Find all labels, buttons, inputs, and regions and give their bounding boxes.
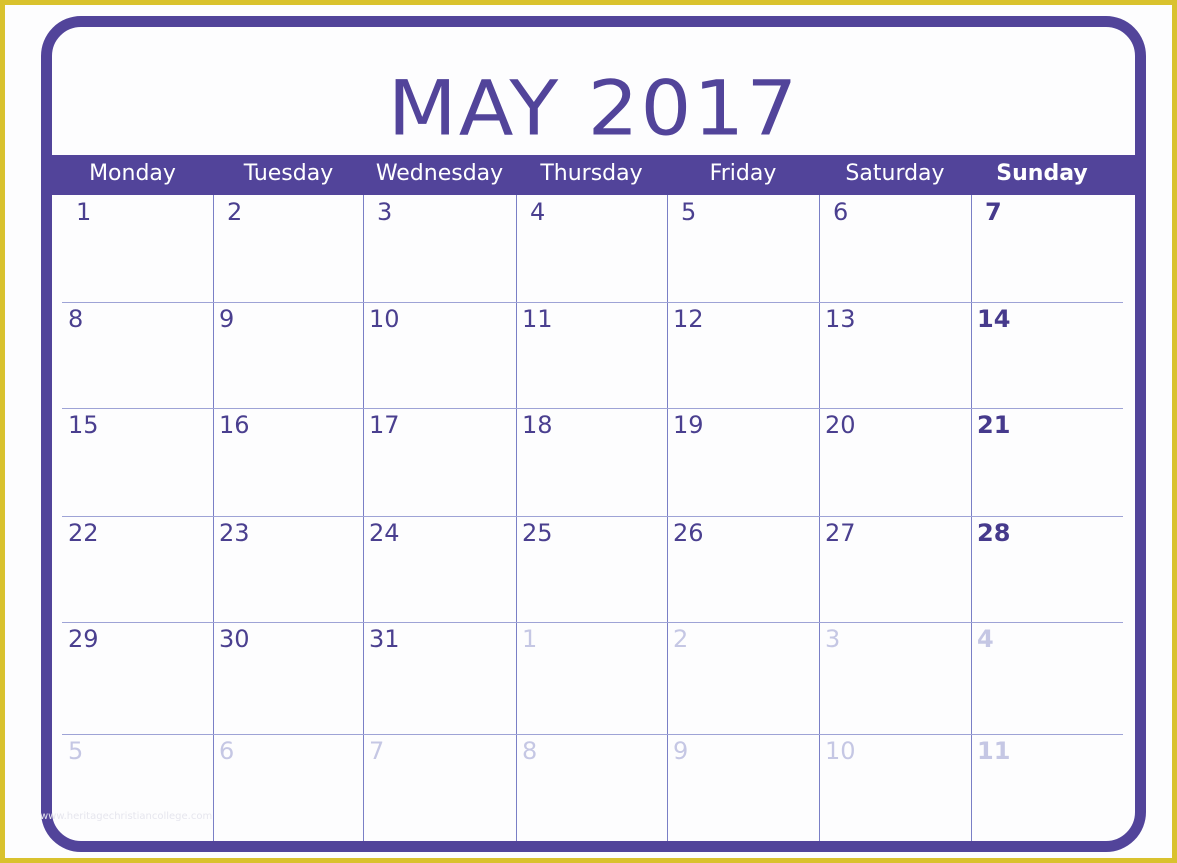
weekday-monday: Monday — [89, 161, 176, 186]
weekday-tuesday: Tuesday — [243, 161, 334, 186]
weekday-thursday: Thursday — [540, 161, 643, 186]
calendar-title: MAY 2017 — [387, 64, 800, 153]
weekday-header: Monday Tuesday Wednesday Thursday Friday… — [52, 155, 1135, 195]
weekday-saturday: Saturday — [845, 161, 945, 186]
weekday-sunday: Sunday — [996, 161, 1088, 186]
weekday-friday: Friday — [709, 161, 777, 186]
calendar-card: MAY 2017 — [41, 16, 1146, 852]
weekday-wednesday: Wednesday — [375, 161, 504, 186]
watermark: www.heritagechristiancollege.com — [40, 811, 213, 822]
